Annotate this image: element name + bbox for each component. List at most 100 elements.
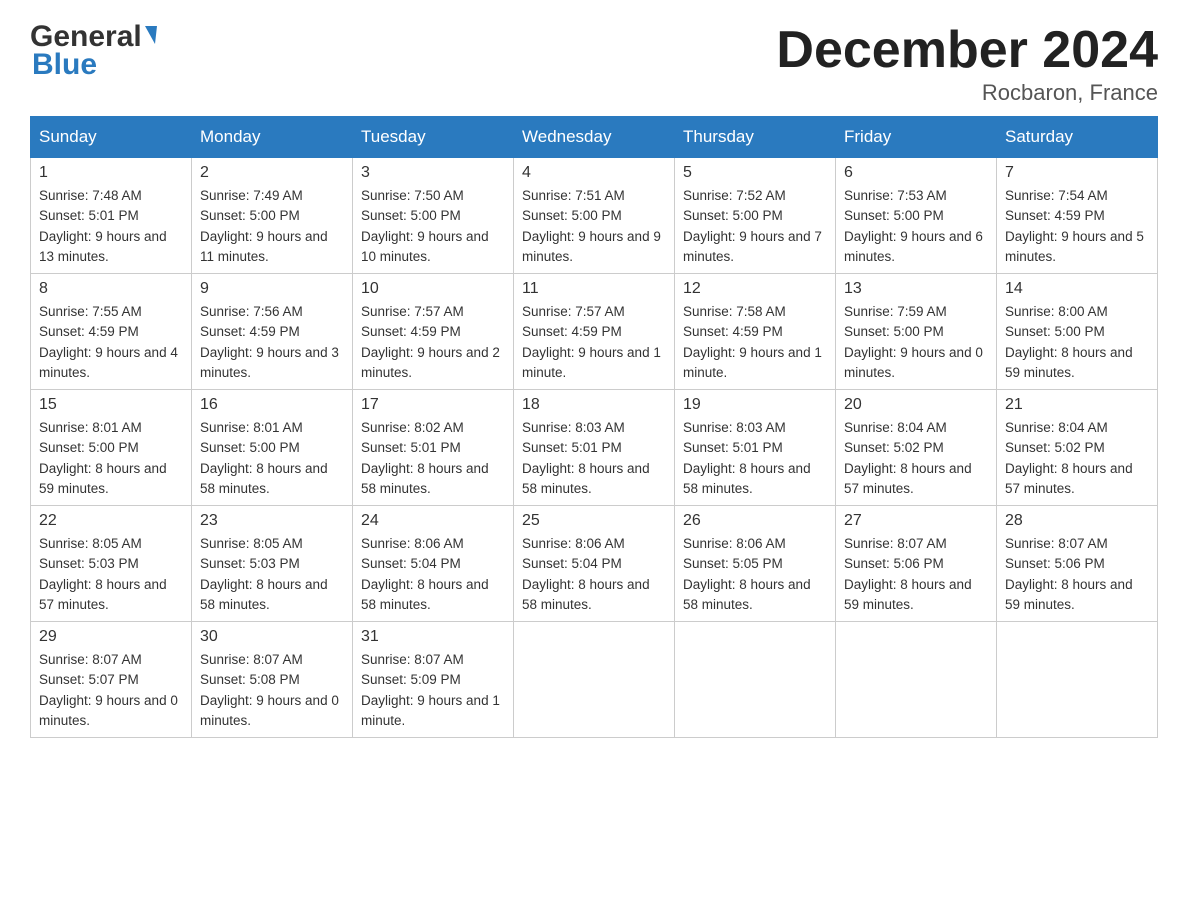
calendar-cell: 15 Sunrise: 8:01 AMSunset: 5:00 PMDaylig… [31,390,192,506]
day-number: 10 [361,280,505,298]
day-number: 25 [522,512,666,530]
day-number: 24 [361,512,505,530]
week-row-1: 1 Sunrise: 7:48 AMSunset: 5:01 PMDayligh… [31,158,1158,274]
day-info: Sunrise: 8:01 AMSunset: 5:00 PMDaylight:… [39,420,167,496]
calendar-cell: 10 Sunrise: 7:57 AMSunset: 4:59 PMDaylig… [353,274,514,390]
day-info: Sunrise: 7:52 AMSunset: 5:00 PMDaylight:… [683,188,822,264]
calendar-cell: 11 Sunrise: 7:57 AMSunset: 4:59 PMDaylig… [514,274,675,390]
day-info: Sunrise: 8:05 AMSunset: 5:03 PMDaylight:… [39,536,167,612]
week-row-5: 29 Sunrise: 8:07 AMSunset: 5:07 PMDaylig… [31,622,1158,738]
calendar-cell: 6 Sunrise: 7:53 AMSunset: 5:00 PMDayligh… [836,158,997,274]
week-row-2: 8 Sunrise: 7:55 AMSunset: 4:59 PMDayligh… [31,274,1158,390]
day-number: 26 [683,512,827,530]
header-row: SundayMondayTuesdayWednesdayThursdayFrid… [31,117,1158,158]
day-number: 23 [200,512,344,530]
day-number: 29 [39,628,183,646]
calendar-cell: 16 Sunrise: 8:01 AMSunset: 5:00 PMDaylig… [192,390,353,506]
day-info: Sunrise: 8:07 AMSunset: 5:07 PMDaylight:… [39,652,178,728]
day-number: 17 [361,396,505,414]
column-header-wednesday: Wednesday [514,117,675,158]
day-info: Sunrise: 7:48 AMSunset: 5:01 PMDaylight:… [39,188,167,264]
logo-blue: Blue [32,48,97,82]
day-info: Sunrise: 8:07 AMSunset: 5:06 PMDaylight:… [1005,536,1133,612]
day-info: Sunrise: 8:07 AMSunset: 5:08 PMDaylight:… [200,652,339,728]
logo-triangle-icon [145,26,157,44]
day-info: Sunrise: 8:07 AMSunset: 5:09 PMDaylight:… [361,652,500,728]
day-info: Sunrise: 8:04 AMSunset: 5:02 PMDaylight:… [844,420,972,496]
page-header: General Blue December 2024 Rocbaron, Fra… [30,20,1158,106]
day-number: 22 [39,512,183,530]
day-info: Sunrise: 8:06 AMSunset: 5:04 PMDaylight:… [522,536,650,612]
calendar-cell: 22 Sunrise: 8:05 AMSunset: 5:03 PMDaylig… [31,506,192,622]
calendar-cell: 26 Sunrise: 8:06 AMSunset: 5:05 PMDaylig… [675,506,836,622]
calendar-cell: 8 Sunrise: 7:55 AMSunset: 4:59 PMDayligh… [31,274,192,390]
day-info: Sunrise: 8:03 AMSunset: 5:01 PMDaylight:… [522,420,650,496]
day-number: 5 [683,164,827,182]
day-number: 31 [361,628,505,646]
day-info: Sunrise: 7:53 AMSunset: 5:00 PMDaylight:… [844,188,983,264]
calendar-cell: 27 Sunrise: 8:07 AMSunset: 5:06 PMDaylig… [836,506,997,622]
column-header-saturday: Saturday [997,117,1158,158]
location: Rocbaron, France [776,80,1158,106]
title-area: December 2024 Rocbaron, France [776,20,1158,106]
column-header-thursday: Thursday [675,117,836,158]
calendar-cell: 29 Sunrise: 8:07 AMSunset: 5:07 PMDaylig… [31,622,192,738]
calendar-cell: 24 Sunrise: 8:06 AMSunset: 5:04 PMDaylig… [353,506,514,622]
calendar-cell [514,622,675,738]
day-number: 16 [200,396,344,414]
day-info: Sunrise: 7:57 AMSunset: 4:59 PMDaylight:… [361,304,500,380]
week-row-4: 22 Sunrise: 8:05 AMSunset: 5:03 PMDaylig… [31,506,1158,622]
column-header-monday: Monday [192,117,353,158]
day-number: 28 [1005,512,1149,530]
day-number: 21 [1005,396,1149,414]
month-title: December 2024 [776,20,1158,80]
day-number: 3 [361,164,505,182]
day-number: 6 [844,164,988,182]
day-info: Sunrise: 8:07 AMSunset: 5:06 PMDaylight:… [844,536,972,612]
day-info: Sunrise: 8:00 AMSunset: 5:00 PMDaylight:… [1005,304,1133,380]
calendar-cell: 7 Sunrise: 7:54 AMSunset: 4:59 PMDayligh… [997,158,1158,274]
calendar-cell [675,622,836,738]
calendar-cell: 23 Sunrise: 8:05 AMSunset: 5:03 PMDaylig… [192,506,353,622]
day-number: 12 [683,280,827,298]
day-number: 11 [522,280,666,298]
day-info: Sunrise: 7:54 AMSunset: 4:59 PMDaylight:… [1005,188,1144,264]
day-info: Sunrise: 7:59 AMSunset: 5:00 PMDaylight:… [844,304,983,380]
calendar-cell: 14 Sunrise: 8:00 AMSunset: 5:00 PMDaylig… [997,274,1158,390]
day-number: 19 [683,396,827,414]
calendar-table: SundayMondayTuesdayWednesdayThursdayFrid… [30,116,1158,738]
day-number: 1 [39,164,183,182]
day-info: Sunrise: 7:51 AMSunset: 5:00 PMDaylight:… [522,188,661,264]
day-number: 13 [844,280,988,298]
calendar-cell: 5 Sunrise: 7:52 AMSunset: 5:00 PMDayligh… [675,158,836,274]
column-header-sunday: Sunday [31,117,192,158]
day-info: Sunrise: 8:04 AMSunset: 5:02 PMDaylight:… [1005,420,1133,496]
calendar-cell: 4 Sunrise: 7:51 AMSunset: 5:00 PMDayligh… [514,158,675,274]
calendar-cell: 2 Sunrise: 7:49 AMSunset: 5:00 PMDayligh… [192,158,353,274]
column-header-friday: Friday [836,117,997,158]
calendar-cell: 31 Sunrise: 8:07 AMSunset: 5:09 PMDaylig… [353,622,514,738]
day-info: Sunrise: 7:56 AMSunset: 4:59 PMDaylight:… [200,304,339,380]
calendar-cell: 1 Sunrise: 7:48 AMSunset: 5:01 PMDayligh… [31,158,192,274]
calendar-cell: 19 Sunrise: 8:03 AMSunset: 5:01 PMDaylig… [675,390,836,506]
calendar-cell: 3 Sunrise: 7:50 AMSunset: 5:00 PMDayligh… [353,158,514,274]
calendar-cell: 30 Sunrise: 8:07 AMSunset: 5:08 PMDaylig… [192,622,353,738]
day-number: 27 [844,512,988,530]
calendar-cell: 25 Sunrise: 8:06 AMSunset: 5:04 PMDaylig… [514,506,675,622]
column-header-tuesday: Tuesday [353,117,514,158]
day-number: 18 [522,396,666,414]
calendar-cell: 9 Sunrise: 7:56 AMSunset: 4:59 PMDayligh… [192,274,353,390]
day-number: 2 [200,164,344,182]
calendar-cell: 13 Sunrise: 7:59 AMSunset: 5:00 PMDaylig… [836,274,997,390]
day-info: Sunrise: 7:50 AMSunset: 5:00 PMDaylight:… [361,188,489,264]
day-info: Sunrise: 8:06 AMSunset: 5:05 PMDaylight:… [683,536,811,612]
day-number: 7 [1005,164,1149,182]
day-number: 9 [200,280,344,298]
day-info: Sunrise: 8:01 AMSunset: 5:00 PMDaylight:… [200,420,328,496]
logo: General Blue [30,20,157,82]
week-row-3: 15 Sunrise: 8:01 AMSunset: 5:00 PMDaylig… [31,390,1158,506]
day-info: Sunrise: 8:05 AMSunset: 5:03 PMDaylight:… [200,536,328,612]
calendar-cell: 21 Sunrise: 8:04 AMSunset: 5:02 PMDaylig… [997,390,1158,506]
calendar-cell: 20 Sunrise: 8:04 AMSunset: 5:02 PMDaylig… [836,390,997,506]
day-info: Sunrise: 8:03 AMSunset: 5:01 PMDaylight:… [683,420,811,496]
